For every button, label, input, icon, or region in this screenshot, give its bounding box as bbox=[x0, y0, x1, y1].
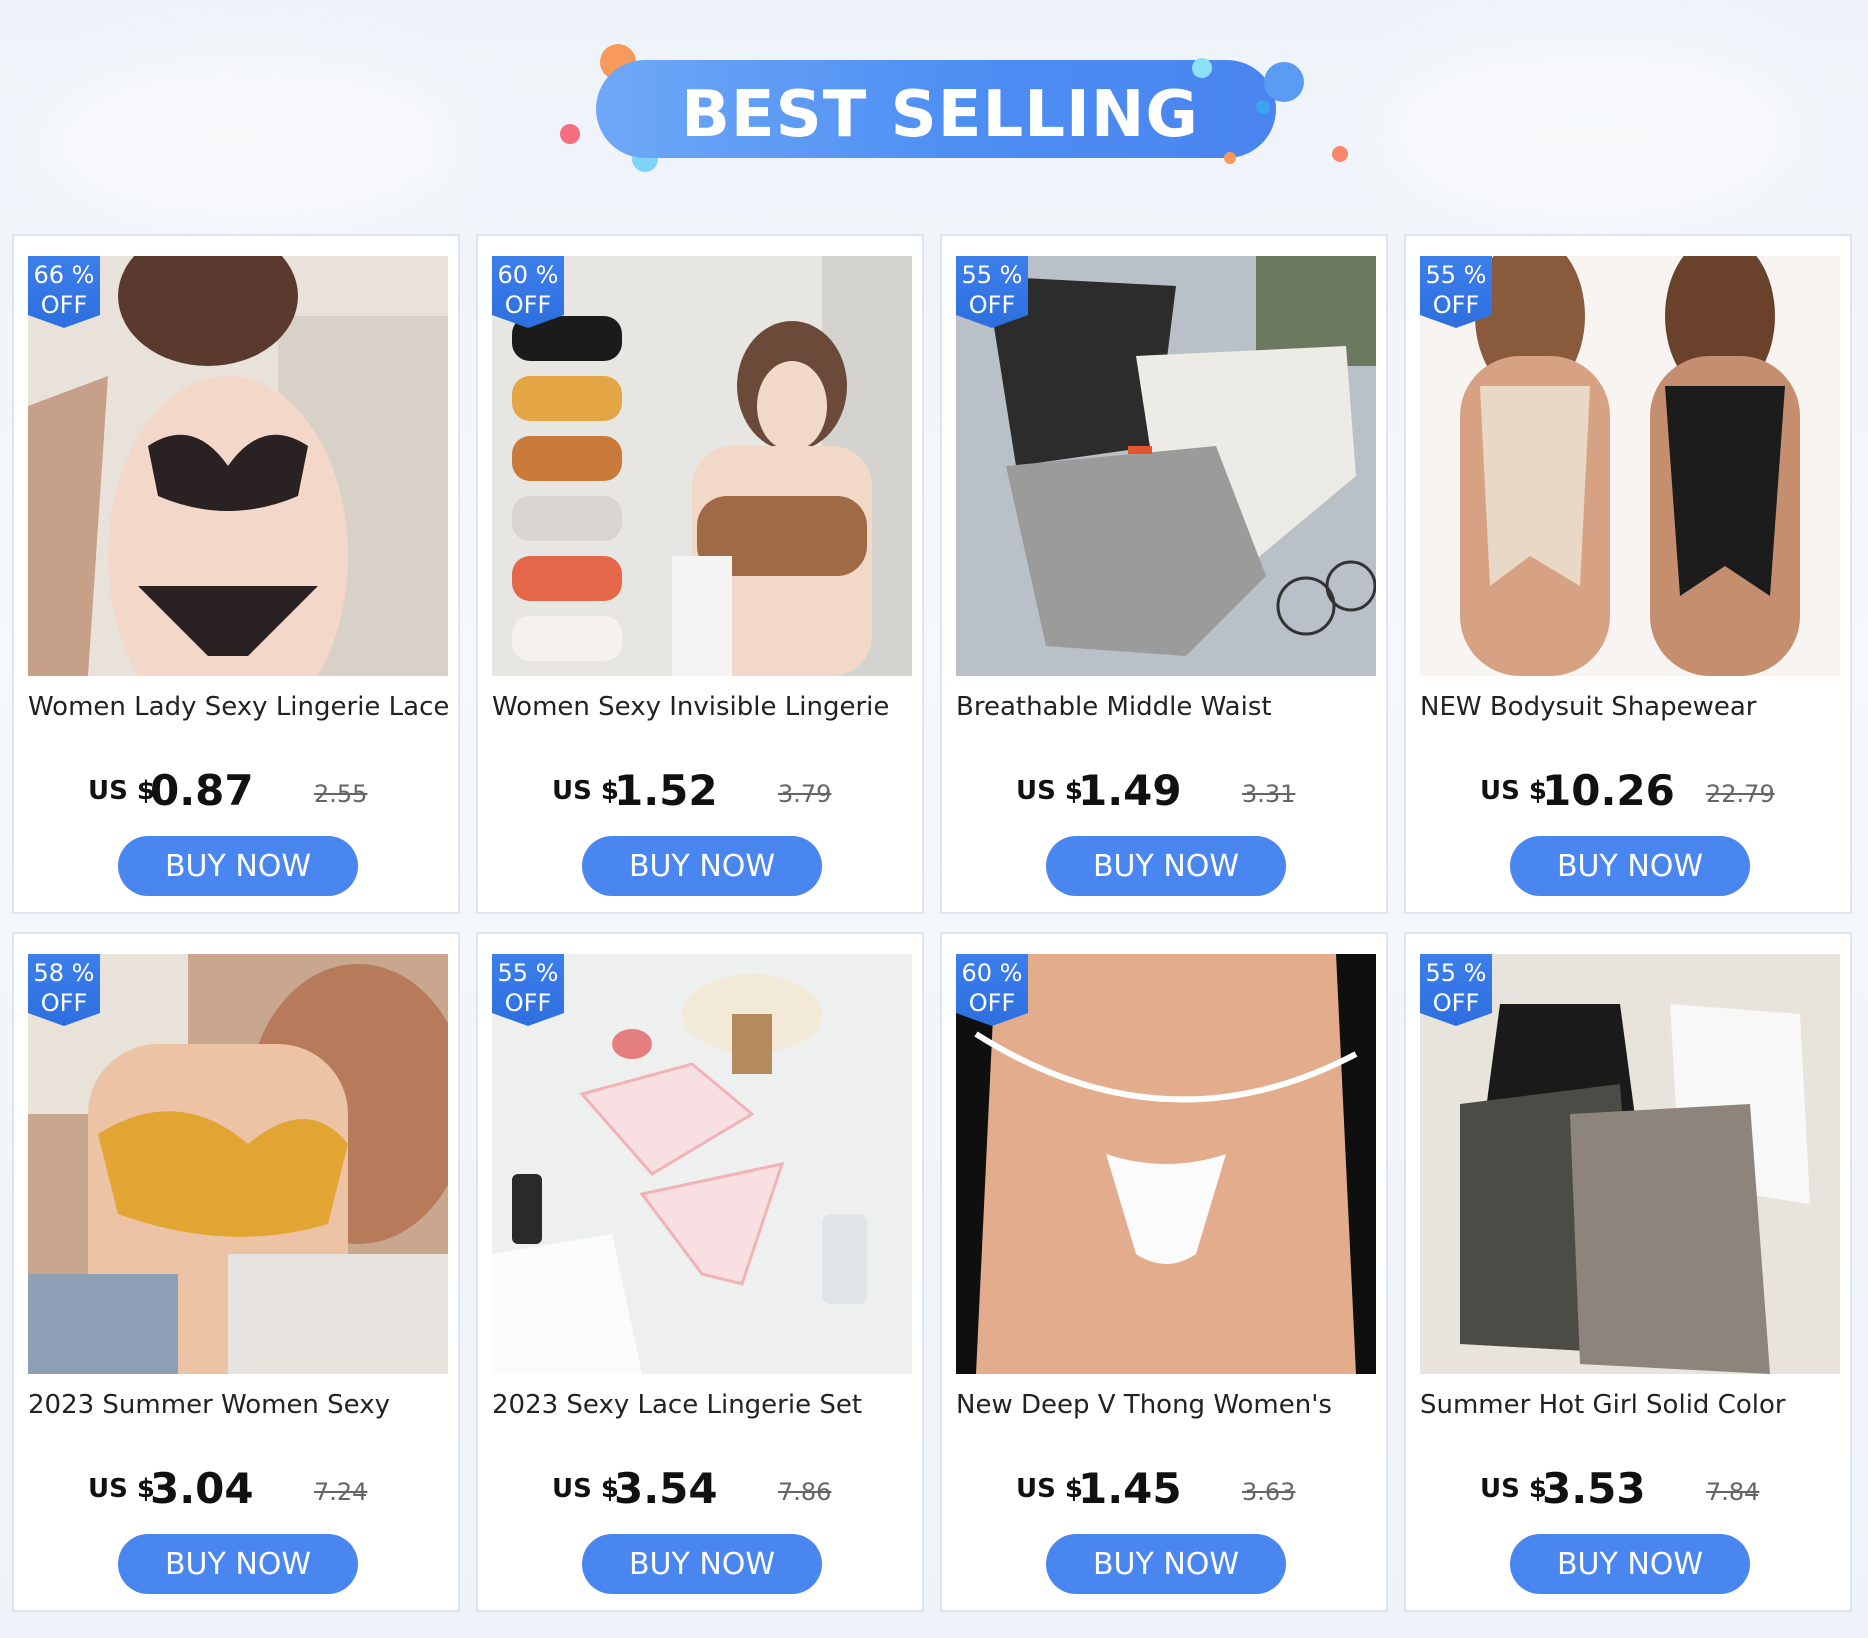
best-selling-banner: BEST SELLING bbox=[560, 40, 1348, 180]
currency-label: US $ bbox=[552, 776, 619, 806]
product-card[interactable]: 55 % OFF Summer Hot Girl Solid Color US … bbox=[1404, 932, 1852, 1612]
discount-percent: 55 % bbox=[961, 261, 1023, 289]
price-row: US $ 1.45 3.63 bbox=[942, 1464, 1386, 1514]
product-image[interactable]: 55 % OFF bbox=[1420, 256, 1840, 676]
discount-off-label: OFF bbox=[504, 291, 552, 319]
currency-label: US $ bbox=[1016, 1474, 1083, 1504]
discount-badge: 60 % OFF bbox=[492, 256, 564, 328]
sale-price: 3.04 bbox=[150, 1464, 254, 1513]
buy-now-button[interactable]: BUY NOW bbox=[118, 836, 358, 896]
original-price: 3.31 bbox=[1242, 780, 1296, 808]
product-image[interactable]: 55 % OFF bbox=[1420, 954, 1840, 1374]
buy-now-button[interactable]: BUY NOW bbox=[118, 1534, 358, 1594]
discount-badge: 60 % OFF bbox=[956, 954, 1028, 1026]
product-card[interactable]: 58 % OFF 2023 Summer Women Sexy US $ 3.0… bbox=[12, 932, 460, 1612]
discount-off-label: OFF bbox=[504, 989, 552, 1017]
price-row: US $ 3.53 7.84 bbox=[1406, 1464, 1850, 1514]
buy-now-button[interactable]: BUY NOW bbox=[582, 1534, 822, 1594]
sale-price: 1.49 bbox=[1078, 766, 1182, 815]
discount-badge: 58 % OFF bbox=[28, 954, 100, 1026]
discount-off-label: OFF bbox=[968, 989, 1016, 1017]
discount-percent: 66 % bbox=[33, 261, 95, 289]
product-card[interactable]: 55 % OFF Breathable Middle Waist US $ 1.… bbox=[940, 234, 1388, 914]
discount-badge: 55 % OFF bbox=[1420, 954, 1492, 1026]
sale-price: 0.87 bbox=[150, 766, 254, 815]
product-card[interactable]: 60 % OFF Women Sexy Invisible Lingerie U… bbox=[476, 234, 924, 914]
discount-off-label: OFF bbox=[40, 291, 88, 319]
discount-percent: 55 % bbox=[1425, 261, 1487, 289]
product-card[interactable]: 66 % OFF Women Lady Sexy Lingerie Lace U… bbox=[12, 234, 460, 914]
original-price: 3.63 bbox=[1242, 1478, 1296, 1506]
original-price: 7.24 bbox=[314, 1478, 368, 1506]
product-title[interactable]: New Deep V Thong Women's bbox=[956, 1390, 1376, 1426]
currency-label: US $ bbox=[1480, 776, 1547, 806]
original-price: 7.84 bbox=[1706, 1478, 1760, 1506]
price-row: US $ 1.49 3.31 bbox=[942, 766, 1386, 816]
discount-percent: 58 % bbox=[33, 959, 95, 987]
discount-percent: 60 % bbox=[961, 959, 1023, 987]
product-title[interactable]: 2023 Summer Women Sexy bbox=[28, 1390, 448, 1426]
discount-badge: 66 % OFF bbox=[28, 256, 100, 328]
decor-dot bbox=[1264, 62, 1304, 102]
discount-off-label: OFF bbox=[1432, 989, 1480, 1017]
buy-now-button[interactable]: BUY NOW bbox=[1510, 1534, 1750, 1594]
product-image[interactable]: 60 % OFF bbox=[492, 256, 912, 676]
product-card[interactable]: 60 % OFF New Deep V Thong Women's US $ 1… bbox=[940, 932, 1388, 1612]
product-title[interactable]: NEW Bodysuit Shapewear bbox=[1420, 692, 1840, 728]
discount-off-label: OFF bbox=[40, 989, 88, 1017]
discount-badge: 55 % OFF bbox=[492, 954, 564, 1026]
sale-price: 3.54 bbox=[614, 1464, 718, 1513]
buy-now-button[interactable]: BUY NOW bbox=[1046, 836, 1286, 896]
sale-price: 3.53 bbox=[1542, 1464, 1646, 1513]
sale-price: 10.26 bbox=[1542, 766, 1675, 815]
product-title[interactable]: Summer Hot Girl Solid Color bbox=[1420, 1390, 1840, 1426]
price-row: US $ 3.04 7.24 bbox=[14, 1464, 458, 1514]
discount-percent: 55 % bbox=[497, 959, 559, 987]
product-image[interactable]: 55 % OFF bbox=[492, 954, 912, 1374]
discount-badge: 55 % OFF bbox=[956, 256, 1028, 328]
original-price: 2.55 bbox=[314, 780, 368, 808]
background-cloud bbox=[40, 60, 460, 220]
currency-label: US $ bbox=[88, 1474, 155, 1504]
sale-price: 1.45 bbox=[1078, 1464, 1182, 1513]
product-title[interactable]: Women Sexy Invisible Lingerie bbox=[492, 692, 912, 728]
product-image[interactable]: 55 % OFF bbox=[956, 256, 1376, 676]
decor-dot bbox=[1256, 100, 1270, 114]
sale-price: 1.52 bbox=[614, 766, 718, 815]
discount-off-label: OFF bbox=[1432, 291, 1480, 319]
price-row: US $ 3.54 7.86 bbox=[478, 1464, 922, 1514]
product-title[interactable]: Women Lady Sexy Lingerie Lace bbox=[28, 692, 448, 728]
decor-dot bbox=[1332, 146, 1348, 162]
product-card[interactable]: 55 % OFF 2023 Sexy Lace Lingerie Set US … bbox=[476, 932, 924, 1612]
price-row: US $ 1.52 3.79 bbox=[478, 766, 922, 816]
currency-label: US $ bbox=[88, 776, 155, 806]
buy-now-button[interactable]: BUY NOW bbox=[1510, 836, 1750, 896]
product-title[interactable]: 2023 Sexy Lace Lingerie Set bbox=[492, 1390, 912, 1426]
original-price: 7.86 bbox=[778, 1478, 832, 1506]
product-title[interactable]: Breathable Middle Waist bbox=[956, 692, 1376, 728]
discount-badge: 55 % OFF bbox=[1420, 256, 1492, 328]
background-cloud bbox=[1380, 40, 1800, 220]
price-row: US $ 10.26 22.79 bbox=[1406, 766, 1850, 816]
product-card[interactable]: 55 % OFF NEW Bodysuit Shapewear US $ 10.… bbox=[1404, 234, 1852, 914]
currency-label: US $ bbox=[1016, 776, 1083, 806]
page-title: BEST SELLING bbox=[681, 78, 1199, 152]
decor-dot bbox=[1192, 58, 1212, 78]
original-price: 22.79 bbox=[1706, 780, 1775, 808]
buy-now-button[interactable]: BUY NOW bbox=[1046, 1534, 1286, 1594]
discount-percent: 60 % bbox=[497, 261, 559, 289]
currency-label: US $ bbox=[1480, 1474, 1547, 1504]
discount-off-label: OFF bbox=[968, 291, 1016, 319]
decor-dot bbox=[1224, 152, 1236, 164]
original-price: 3.79 bbox=[778, 780, 832, 808]
product-image[interactable]: 60 % OFF bbox=[956, 954, 1376, 1374]
currency-label: US $ bbox=[552, 1474, 619, 1504]
product-image[interactable]: 66 % OFF bbox=[28, 256, 448, 676]
product-image[interactable]: 58 % OFF bbox=[28, 954, 448, 1374]
price-row: US $ 0.87 2.55 bbox=[14, 766, 458, 816]
discount-percent: 55 % bbox=[1425, 959, 1487, 987]
buy-now-button[interactable]: BUY NOW bbox=[582, 836, 822, 896]
